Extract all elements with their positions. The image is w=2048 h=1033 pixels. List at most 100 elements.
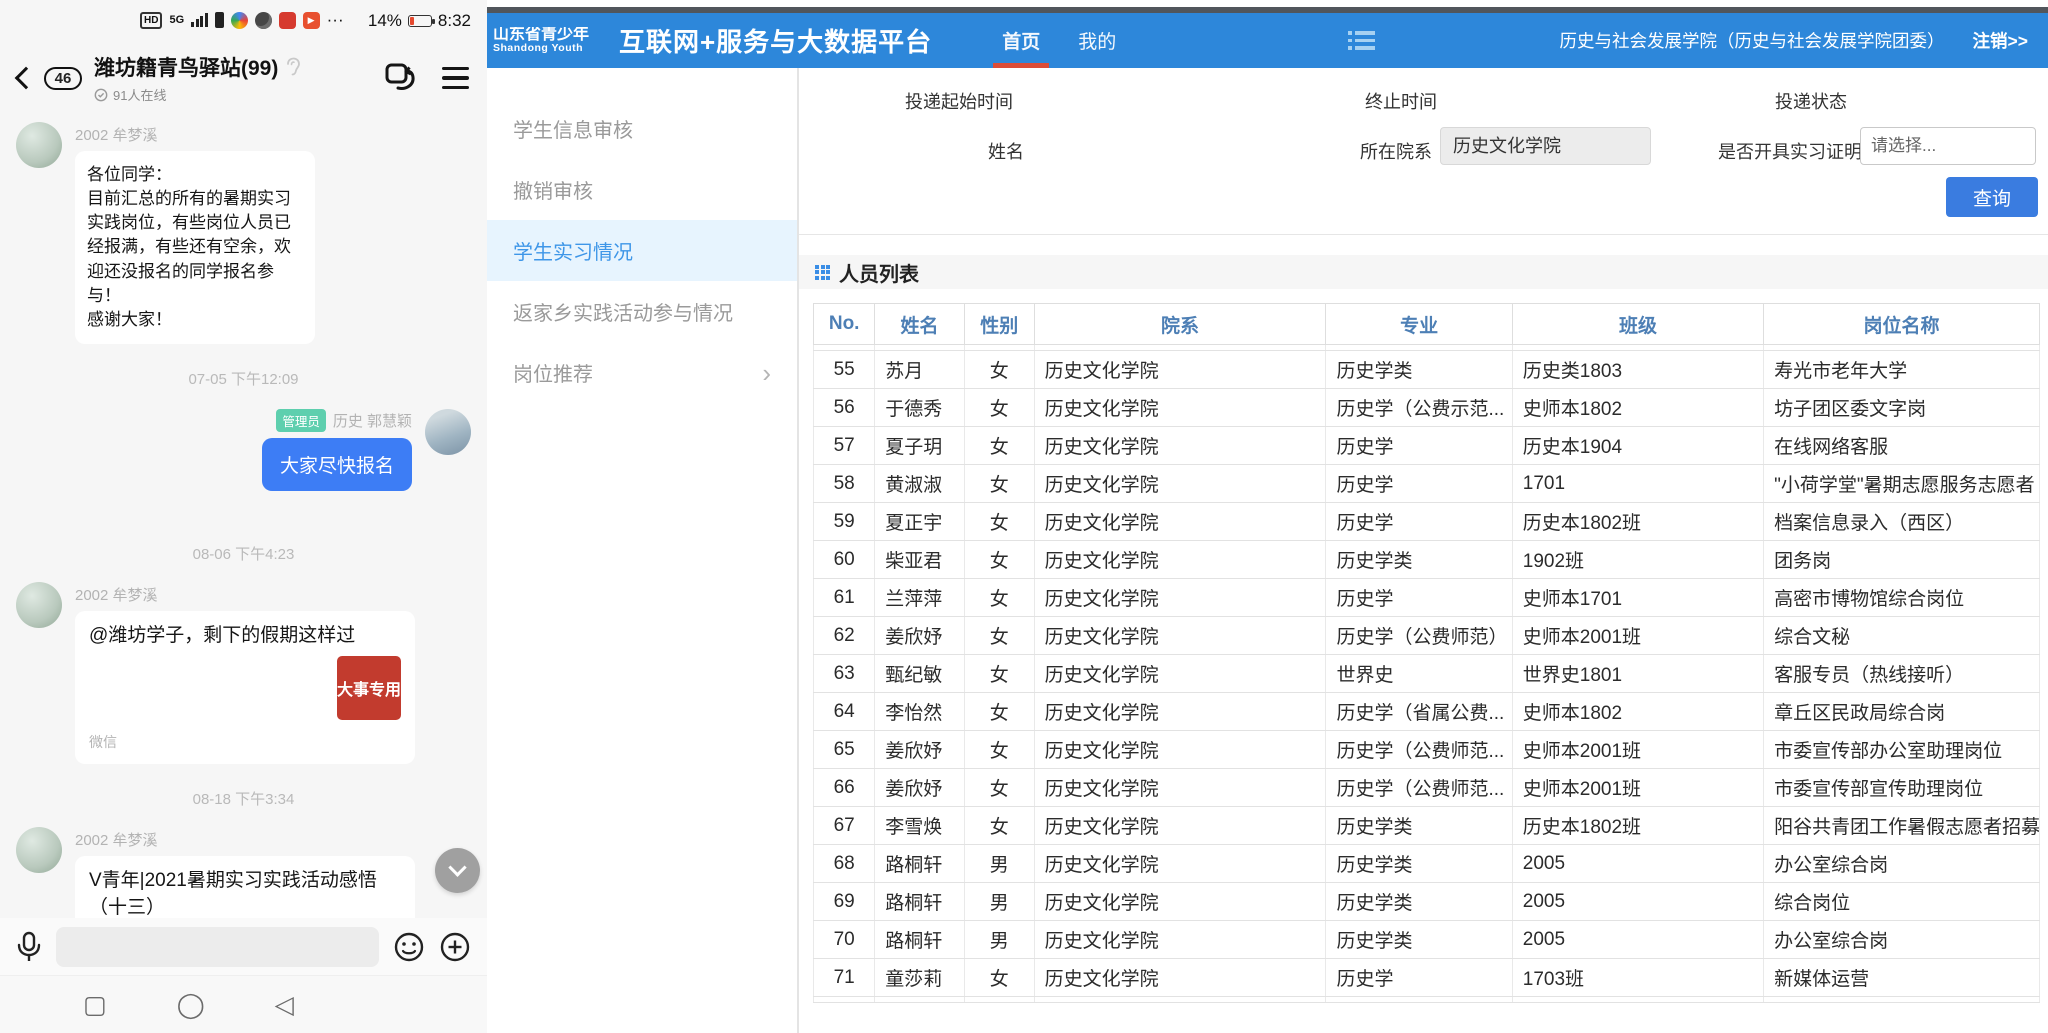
table-cell: 夏子玥 <box>874 426 965 465</box>
table-cell: 女 <box>963 426 1035 465</box>
recents-button[interactable]: ▢ <box>83 990 107 1020</box>
people-table-wrap: No. 姓名 性别 院系 专业 班级 岗位名称 55 苏月女历史文化学院 历史学类 历史类1803… <box>813 303 2040 1033</box>
table-row[interactable]: 65 姜欣妤女历史文化学院 历史学（公费师范... 史师本2001班 市委宣传部办公室助… <box>813 730 2040 769</box>
table-cell: 苏月 <box>874 350 965 389</box>
table-row[interactable]: 55 苏月女历史文化学院 历史学类 历史类1803 寿光市老年大学 <box>813 350 2040 389</box>
battery-percent: 14% <box>367 11 402 30</box>
table-row[interactable]: 64 李怡然女历史文化学院 历史学（省属公费... 史师本1802 章丘区民政局综合岗 <box>813 692 2040 731</box>
scroll-to-bottom-button[interactable] <box>435 848 480 893</box>
table-cell: 历史文化学院 <box>1033 388 1327 427</box>
unread-count-badge[interactable]: 46 <box>44 66 82 90</box>
message-input[interactable] <box>56 926 379 967</box>
table-cell: 女 <box>963 730 1035 769</box>
avatar[interactable] <box>16 581 62 628</box>
table-cell: 女 <box>963 806 1035 845</box>
grid-icon <box>815 264 830 280</box>
department-field[interactable]: 历史文化学院 <box>1440 127 1651 165</box>
table-row[interactable]: 70 路桐轩男历史文化学院 历史学类 2005 办公室综合岗 <box>813 920 2040 959</box>
nav-item-我的[interactable]: 我的 <box>1066 13 1128 68</box>
screen-share-icon[interactable] <box>384 62 418 94</box>
table-cell: 市委宣传部宣传助理岗位 <box>1763 768 2040 807</box>
home-button[interactable]: ◯ <box>177 990 205 1020</box>
sidebar-item[interactable]: 学生信息审核 <box>487 98 797 159</box>
table-cell: 李怡然 <box>874 692 965 731</box>
list-icon[interactable] <box>1348 31 1375 50</box>
sender-row: 管理员 历史 郭慧颖 <box>276 408 412 432</box>
link-card[interactable]: @潍坊学子，剩下的假期这样过 大事专用 微信 <box>75 610 415 764</box>
logout-link[interactable]: 注销>> <box>1973 28 2028 53</box>
table-row[interactable]: 59 夏正宇女历史文化学院 历史学 历史本1802班 档案信息录入（西区） <box>813 502 2040 541</box>
table-row[interactable]: 63 甄纪敏女历史文化学院 世界史 世界史1801 客服专员（热线接听） <box>813 654 2040 693</box>
table-row[interactable]: 58 黄淑淑女历史文化学院 历史学 1701 "小荷学堂"暑期志愿服务志愿者 <box>813 464 2040 503</box>
table-row[interactable]: 67 李雪焕女历史文化学院 历史学类 历史本1802班 阳谷共青团工作暑假志愿者招募 <box>813 806 2040 845</box>
table-row[interactable]: 56 于德秀女历史文化学院 历史学（公费示范... 史师本1802 坊子团区委文字岗 <box>813 388 2040 427</box>
table-row[interactable]: 66 姜欣妤女历史文化学院 历史学（公费师范... 史师本2001班 市委宣传部宣传助理… <box>813 768 2040 807</box>
column-header: 班级 <box>1511 303 1765 345</box>
back-icon[interactable] <box>14 66 38 90</box>
table-cell: 71 <box>813 958 876 997</box>
menu-icon[interactable] <box>442 66 469 90</box>
people-table: No. 姓名 性别 院系 专业 班级 岗位名称 55 苏月女历史文化学院 历史学类 历史类1803… <box>813 303 2040 1003</box>
table-row[interactable]: 57 夏子玥女历史文化学院 历史学 历史本1904 在线网络客服 <box>813 426 2040 465</box>
plus-icon[interactable] <box>439 931 471 963</box>
sidebar-item-label: 岗位推荐 <box>513 364 593 386</box>
table-cell: 68 <box>813 844 876 883</box>
table-cell: 市委宣传部办公室助理岗位 <box>1763 730 2040 769</box>
certificate-select[interactable]: 请选择... <box>1860 127 2036 165</box>
table-cell: 历史类1803 <box>1511 350 1765 389</box>
table-cell: 男 <box>963 882 1035 921</box>
sidebar-item[interactable]: 撤销审核 <box>487 159 797 220</box>
chevron-down-icon <box>448 858 467 877</box>
table-cell: 历史本1802班 <box>1511 502 1765 541</box>
table-cell: 新媒体运营 <box>1763 958 2040 997</box>
chat-bubble-outgoing[interactable]: 大家尽快报名 <box>261 437 412 491</box>
search-button[interactable]: 查询 <box>1946 177 2038 217</box>
table-row[interactable]: 62 姜欣妤女历史文化学院 历史学（公费师范） 史师本2001班 综合文秘 <box>813 616 2040 655</box>
emoji-icon[interactable] <box>393 931 425 963</box>
nav-item-首页[interactable]: 首页 <box>990 13 1052 68</box>
avatar[interactable] <box>425 408 471 455</box>
network-type-label: 5G <box>169 13 185 26</box>
table-header-row: No. 姓名 性别 院系 专业 班级 岗位名称 <box>813 303 2040 345</box>
table-cell: 世界史1801 <box>1511 654 1765 693</box>
start-time-input[interactable] <box>1039 80 1189 116</box>
message-list: 2002 牟梦溪 各位同学： 目前汇总的所有的暑期实习实践岗位，有些岗位人员已经报… <box>0 114 487 918</box>
table-cell: 女 <box>963 692 1035 731</box>
app-notification-icon-1 <box>230 11 248 29</box>
table-row[interactable]: 68 路桐轩男历史文化学院 历史学类 2005 办公室综合岗 <box>813 844 2040 883</box>
table-cell: 历史文化学院 <box>1033 882 1327 921</box>
table-row[interactable]: 69 路桐轩男历史文化学院 历史学类 2005 综合岗位 <box>813 882 2040 921</box>
message-card: 2002 牟梦溪 V青年|2021暑期实习实践活动感悟（十三） <box>16 826 471 918</box>
chat-bubble-incoming[interactable]: 各位同学： 目前汇总的所有的暑期实习实践岗位，有些岗位人员已经报满，有些还有空余… <box>75 151 315 344</box>
section-divider <box>799 234 2048 235</box>
table-cell: 56 <box>813 388 876 427</box>
table-cell: "小荷学堂"暑期志愿服务志愿者 <box>1763 464 2040 503</box>
table-row[interactable]: 71 童莎莉女历史文化学院 历史学 1703班 新媒体运营 <box>813 958 2040 997</box>
list-panel-header: 人员列表 <box>799 255 2048 289</box>
name-input[interactable] <box>1039 128 1189 164</box>
sidebar-item[interactable]: 返家乡实践活动参与情况 <box>487 281 797 342</box>
browser-window: 山东省青少年 Shandong Youth 互联网+服务与大数据平台 首页 我的 … <box>487 0 2048 1033</box>
table-cell: 历史学 <box>1325 958 1513 997</box>
message-incoming: 2002 牟梦溪 各位同学： 目前汇总的所有的暑期实习实践岗位，有些岗位人员已经报… <box>16 122 471 344</box>
column-header: 院系 <box>1033 303 1327 345</box>
table-row[interactable]: 60 柴亚君女历史文化学院 历史学类 1902班 团务岗 <box>813 540 2040 579</box>
sidebar-item[interactable]: 学生实习情况 <box>487 220 797 281</box>
avatar[interactable] <box>16 122 62 168</box>
end-time-input[interactable] <box>1463 80 1613 116</box>
delivery-status-input[interactable] <box>1873 80 2023 116</box>
partial-row <box>813 996 2040 1003</box>
table-cell: 李雪焕 <box>874 806 965 845</box>
table-cell: 历史学类 <box>1325 540 1513 579</box>
table-cell: 历史学 <box>1325 464 1513 503</box>
app-notification-icon-2 <box>254 11 272 29</box>
link-card[interactable]: V青年|2021暑期实习实践活动感悟（十三） <box>75 855 415 918</box>
mic-icon[interactable] <box>16 931 42 963</box>
back-button[interactable]: ◁ <box>275 990 294 1020</box>
avatar[interactable] <box>16 826 62 873</box>
table-row[interactable]: 61 兰萍萍女历史文化学院 历史学 史师本1701 高密市博物馆综合岗位 <box>813 578 2040 617</box>
query-row: 查询 <box>799 174 2048 228</box>
sidebar-item[interactable]: 岗位推荐 › <box>487 342 797 403</box>
table-cell: 66 <box>813 768 876 807</box>
status-right: 14% 8:32 <box>368 11 471 31</box>
